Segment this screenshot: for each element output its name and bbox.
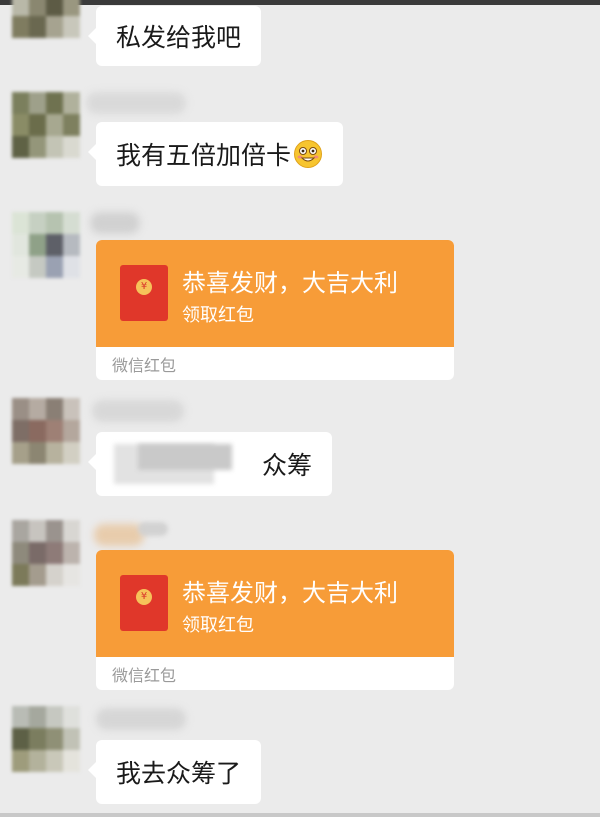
message-bubble[interactable]: 我去众筹了 xyxy=(87,740,262,804)
message-text: 我去众筹了 xyxy=(116,759,242,788)
red-packet-title: 恭喜发财，大吉大利 xyxy=(182,579,398,607)
sender-name xyxy=(90,212,140,234)
sender-name xyxy=(138,522,168,536)
grinning-face-emoji xyxy=(294,140,323,168)
red-packet-footer: 微信红包 xyxy=(112,356,177,375)
message-text: 众筹 xyxy=(261,451,312,480)
message-bubble[interactable]: 我有五倍加倍卡 xyxy=(87,122,344,186)
red-packet-card[interactable]: ¥ 恭喜发财，大吉大利 领取红包 微信红包 xyxy=(96,240,454,380)
avatar[interactable] xyxy=(12,706,80,772)
sender-name xyxy=(92,400,184,422)
message-text: 我有五倍加倍卡 xyxy=(116,141,292,170)
censored-text xyxy=(138,444,232,470)
avatar[interactable] xyxy=(12,0,80,38)
yuan-coin-icon: ¥ xyxy=(136,279,152,295)
message-bubble[interactable]: 众筹 xyxy=(88,432,332,496)
avatar[interactable] xyxy=(12,398,80,464)
sender-name xyxy=(94,524,144,546)
red-packet-footer: 微信红包 xyxy=(112,666,177,685)
status-bar-edge xyxy=(0,0,600,5)
message-text: 私发给我吧 xyxy=(116,23,242,52)
red-packet-card[interactable]: ¥ 恭喜发财，大吉大利 领取红包 微信红包 xyxy=(96,550,454,690)
avatar[interactable] xyxy=(12,92,80,158)
red-packet-icon: ¥ xyxy=(120,265,168,321)
avatar[interactable] xyxy=(12,212,80,278)
red-packet-icon: ¥ xyxy=(120,575,168,631)
bottom-divider xyxy=(0,813,600,817)
avatar[interactable] xyxy=(12,520,80,586)
sender-name xyxy=(86,92,186,114)
message-bubble[interactable]: 私发给我吧 xyxy=(87,6,262,66)
red-packet-action: 领取红包 xyxy=(182,615,254,636)
yuan-coin-icon: ¥ xyxy=(136,589,152,605)
red-packet-title: 恭喜发财，大吉大利 xyxy=(182,269,398,297)
sender-name xyxy=(96,708,186,730)
red-packet-action: 领取红包 xyxy=(182,305,254,326)
